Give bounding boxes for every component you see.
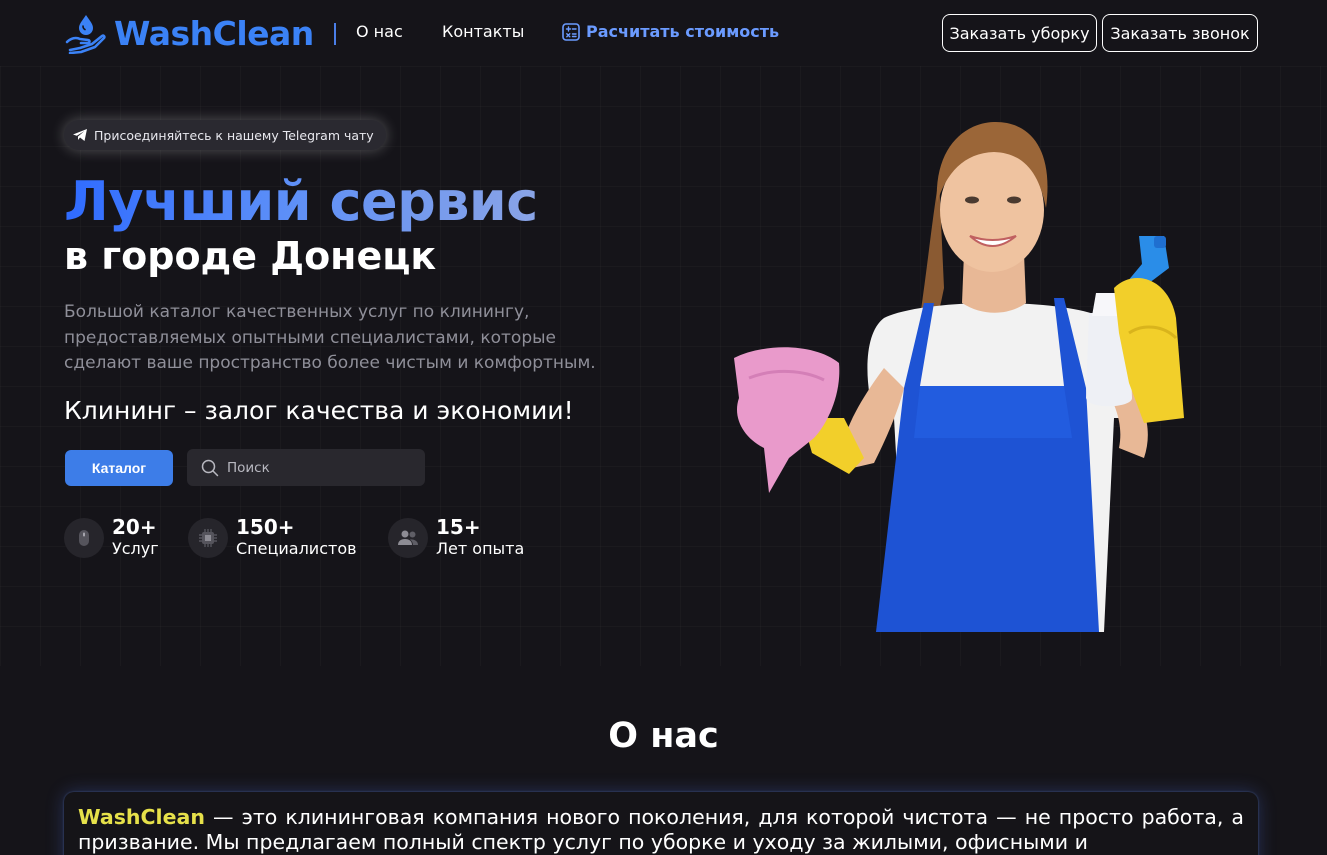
nav-calculate-cost[interactable]: Расчитать стоимость <box>562 22 779 41</box>
search-input[interactable] <box>227 459 417 476</box>
hero-cleaner-image <box>734 121 1184 632</box>
hand-water-drop-icon <box>65 15 106 54</box>
about-brand: WashClean <box>78 805 205 829</box>
about-body: — это клининговая компания нового поколе… <box>78 805 1244 854</box>
stat-label: Лет опыта <box>436 539 525 558</box>
hero-subtitle: в городе Донецк <box>64 234 437 278</box>
stat-experience: 15+ Лет опыта <box>388 516 524 560</box>
hero-title: Лучший сервис <box>64 170 538 233</box>
about-title: О нас <box>608 716 719 756</box>
telegram-icon <box>73 129 87 141</box>
nav-contacts[interactable]: Контакты <box>442 22 524 41</box>
calculator-icon <box>562 22 580 41</box>
telegram-badge-label: Присоединяйтесь к нашему Telegram чату <box>94 127 374 143</box>
about-text: WashClean — это клининговая компания нов… <box>78 805 1244 855</box>
logo[interactable]: WashClean <box>64 10 314 56</box>
stat-specialists: 150+ Специалистов <box>188 516 357 560</box>
stat-value: 15+ <box>436 515 481 539</box>
catalog-button[interactable]: Каталог <box>65 450 173 486</box>
stat-label: Специалистов <box>236 539 357 558</box>
users-icon <box>388 518 428 558</box>
nav-about[interactable]: О нас <box>356 22 403 41</box>
search-icon <box>201 459 219 476</box>
order-call-button[interactable]: Заказать звонок <box>1102 14 1258 52</box>
stat-value: 20+ <box>112 515 157 539</box>
stat-label: Услуг <box>112 539 159 558</box>
search-field[interactable] <box>187 449 425 486</box>
header-divider <box>334 23 336 45</box>
hero-slogan: Клининг – залог качества и экономии! <box>64 396 574 425</box>
nav-calculate-label: Расчитать стоимость <box>586 22 780 41</box>
order-cleaning-button[interactable]: Заказать уборку <box>942 14 1097 52</box>
logo-text: WashClean <box>114 13 314 53</box>
about-card: WashClean — это клининговая компания нов… <box>64 792 1258 855</box>
chip-icon <box>188 518 228 558</box>
hero-description: Большой каталог качественных услуг по кл… <box>64 302 596 373</box>
telegram-chat-badge[interactable]: Присоединяйтесь к нашему Telegram чату <box>64 120 386 150</box>
mouse-icon <box>64 518 104 558</box>
stat-value: 150+ <box>236 515 295 539</box>
site-header: WashClean О нас Контакты Расчитать стоим… <box>0 0 1327 66</box>
stat-services: 20+ Услуг <box>64 516 159 560</box>
